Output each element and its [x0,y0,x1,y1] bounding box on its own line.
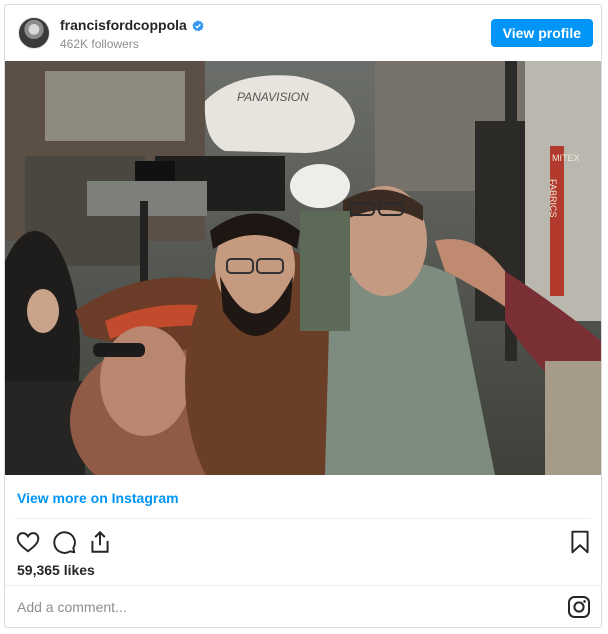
comment-icon[interactable] [51,529,77,555]
post-actions [5,525,601,559]
share-icon[interactable] [87,529,113,555]
bookmark-icon[interactable] [567,529,593,555]
divider [15,518,591,519]
instagram-embed-card: francisfordcoppola 462K followers View p… [4,4,602,628]
verified-badge-icon [192,19,204,32]
heart-icon[interactable] [15,529,41,555]
follower-count: 462K followers [60,37,139,51]
avatar[interactable] [18,17,50,49]
instagram-icon[interactable] [567,595,591,619]
comment-row: Add a comment... [5,587,601,627]
username-row: francisfordcoppola [60,17,204,33]
sign-top-text: MITEX [552,153,580,163]
film-still-illustration: MITEX FABRICS PANAVISION [5,61,601,475]
add-comment-field[interactable]: Add a comment... [17,599,127,615]
divider [5,585,601,586]
view-profile-button[interactable]: View profile [490,19,593,47]
view-more-link[interactable]: View more on Instagram [17,490,179,506]
camera-brand-text: PANAVISION [237,90,309,104]
sign-text: FABRICS [548,179,558,218]
like-count[interactable]: 59,365 likes [17,562,95,578]
user-info: francisfordcoppola 462K followers [60,17,204,51]
post-photo[interactable]: MITEX FABRICS PANAVISION [5,61,601,475]
post-header: francisfordcoppola 462K followers View p… [5,5,601,61]
username[interactable]: francisfordcoppola [60,17,187,33]
